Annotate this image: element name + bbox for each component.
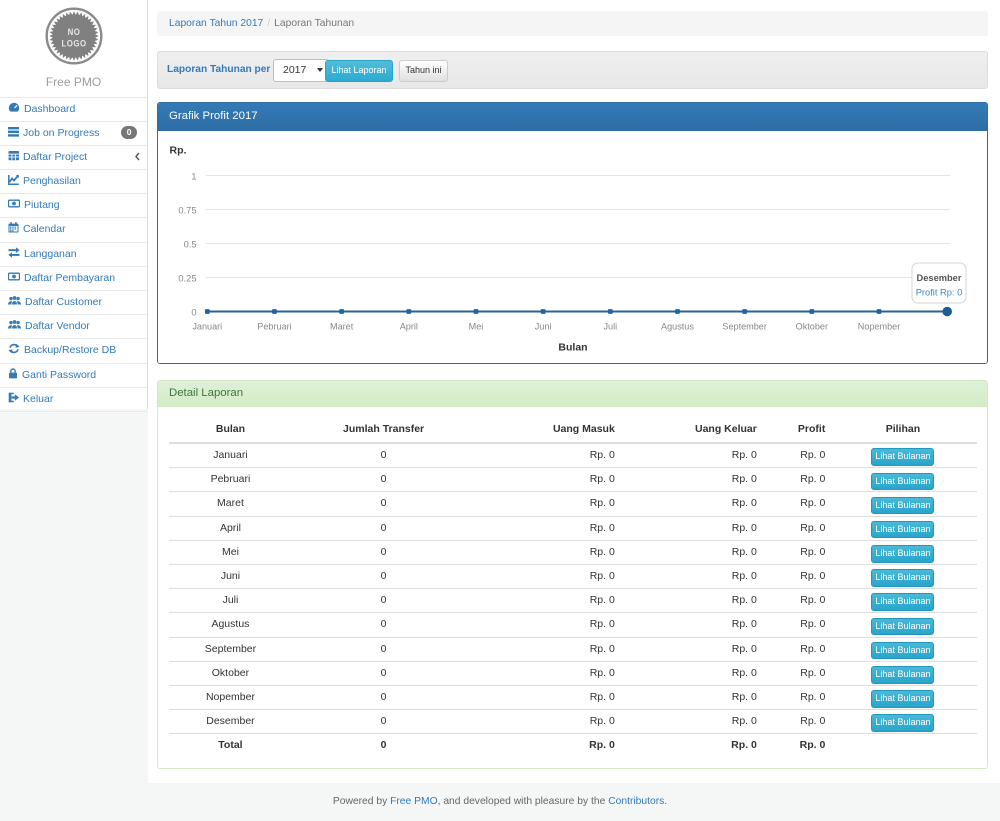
svg-text:Oktober: Oktober: [796, 321, 828, 331]
svg-text:Juni: Juni: [535, 321, 552, 331]
svg-text:LOGO: LOGO: [61, 38, 86, 49]
svg-text:Januari: Januari: [192, 321, 222, 331]
svg-text:Profit Rp: 0: Profit Rp: 0: [916, 287, 963, 297]
svg-text:NO: NO: [67, 26, 80, 37]
svg-text:1: 1: [191, 171, 196, 181]
svg-text:Agustus: Agustus: [661, 321, 694, 331]
svg-text:Nopember: Nopember: [858, 321, 900, 331]
svg-text:April: April: [400, 321, 418, 331]
svg-text:Juli: Juli: [603, 321, 617, 331]
svg-text:Bulan: Bulan: [558, 341, 587, 353]
svg-text:Pebruari: Pebruari: [257, 321, 291, 331]
svg-text:Maret: Maret: [330, 321, 354, 331]
svg-text:Desember: Desember: [917, 272, 962, 282]
svg-text:Rp.: Rp.: [170, 144, 187, 156]
svg-text:0.75: 0.75: [178, 205, 196, 215]
svg-text:September: September: [722, 321, 766, 331]
svg-text:0.25: 0.25: [178, 273, 196, 283]
svg-text:Mei: Mei: [469, 321, 484, 331]
svg-text:0.5: 0.5: [184, 239, 197, 249]
svg-text:0: 0: [191, 307, 196, 317]
